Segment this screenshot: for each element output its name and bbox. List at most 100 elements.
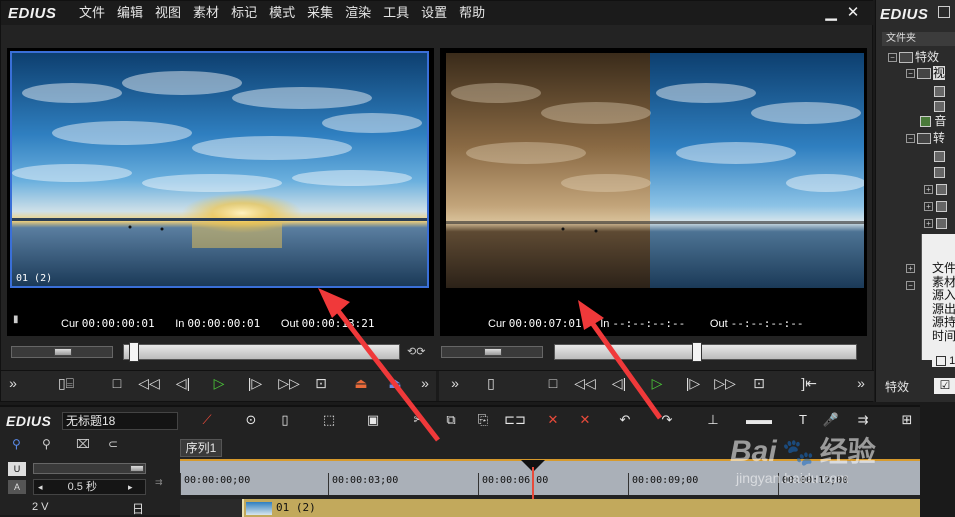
minimize-button[interactable]: ▁ <box>822 4 840 22</box>
recorder-jump-icon[interactable]: ]⇤ <box>795 371 823 395</box>
paste-icon[interactable]: ⎘ <box>472 409 494 431</box>
folder-tab[interactable]: 文件夹 <box>882 32 955 46</box>
track-tool-3-icon[interactable]: ⌧ <box>76 437 90 451</box>
tree-item-video[interactable]: − 视 <box>906 65 946 81</box>
play-icon[interactable]: ▷ <box>207 371 231 395</box>
tree-item-sub5[interactable]: + <box>924 181 948 197</box>
menu-view[interactable]: 视图 <box>149 5 187 21</box>
step-back-icon[interactable]: ◁| <box>171 371 195 395</box>
tree-item-audio[interactable]: 音 <box>920 113 946 129</box>
copy-icon[interactable]: ⧉ <box>440 409 462 431</box>
tree-item-sub8[interactable]: + <box>906 260 915 276</box>
voiceover-icon[interactable]: 🎤 <box>820 409 842 431</box>
redo-icon[interactable]: ↷ <box>656 409 678 431</box>
menu-marker[interactable]: 标记 <box>225 5 263 21</box>
overwrite-to-timeline-icon[interactable]: ⏏ <box>383 371 407 395</box>
tree-item-sub6[interactable]: + <box>924 198 948 214</box>
player-shuttle-slider[interactable] <box>11 346 113 358</box>
tree-item-sub7[interactable]: + <box>924 215 948 231</box>
collapse-icon[interactable]: − <box>888 53 897 63</box>
tree-item-sub9[interactable]: − <box>906 277 915 293</box>
recorder-play-icon[interactable]: ▷ <box>645 371 669 395</box>
zoom-prev-icon[interactable]: ◂ <box>38 482 43 492</box>
recorder-video-frame[interactable] <box>446 53 864 288</box>
insert-to-timeline-icon[interactable]: ⏏ <box>349 371 373 395</box>
recorder-shuttle-slider[interactable] <box>441 346 543 358</box>
undo-icon[interactable]: ↶ <box>614 409 636 431</box>
open-project-icon[interactable]: ⬚ <box>318 409 340 431</box>
recorder-in-out-icon[interactable]: ▯ <box>479 371 503 395</box>
zoom-next-icon[interactable]: ▸ <box>128 482 133 492</box>
tree-item-effects[interactable]: − 特效 <box>888 49 939 65</box>
collapse-icon[interactable]: − <box>906 134 915 144</box>
menu-render[interactable]: 渲染 <box>339 5 377 21</box>
ripple-delete-icon[interactable]: ✕ <box>574 409 596 431</box>
zoom-select[interactable]: ◂ 0.5 秒 ▸ <box>33 479 146 495</box>
recorder-scrub-bar[interactable] <box>554 342 857 362</box>
player-scrub-bar[interactable] <box>123 342 400 362</box>
menu-clip[interactable]: 素材 <box>187 5 225 21</box>
tree-item-transition[interactable]: − 转 <box>906 130 945 146</box>
menu-mode[interactable]: 模式 <box>263 5 301 21</box>
collapse-icon[interactable]: − <box>906 69 915 79</box>
menu-settings[interactable]: 设置 <box>415 5 453 21</box>
recorder-menu-icon[interactable]: » <box>447 371 463 395</box>
mode-icon[interactable]: ⟋ <box>196 409 218 431</box>
player-shuttle-knob[interactable] <box>54 348 72 356</box>
add-marker-icon[interactable]: ⊥ <box>702 409 724 431</box>
recorder-shuttle-knob[interactable] <box>484 348 502 356</box>
delete-icon[interactable]: ✕ <box>542 409 564 431</box>
track-a-icon[interactable]: A <box>8 480 26 494</box>
track-tool-2-icon[interactable]: ⚲ <box>42 437 51 451</box>
step-forward-icon[interactable]: |▷ <box>243 371 267 395</box>
close-button[interactable]: ✕ <box>844 4 862 22</box>
match-frame-icon[interactable]: ⟲⟳ <box>407 345 425 358</box>
zoom-slider[interactable] <box>33 463 146 474</box>
tree-item-sub1[interactable] <box>934 83 945 99</box>
expand-icon[interactable]: + <box>924 202 933 212</box>
recorder-step-forward-icon[interactable]: |▷ <box>681 371 705 395</box>
menu-capture[interactable]: 采集 <box>301 5 339 21</box>
menu-file[interactable]: 文件 <box>73 5 111 21</box>
ripple-mode-icon[interactable]: ▬▬ <box>746 409 772 431</box>
recorder-fast-forward-icon[interactable]: ▷▷ <box>711 371 739 395</box>
loop-play-icon[interactable]: ⊡ <box>309 371 333 395</box>
title-icon[interactable]: T <box>792 409 814 431</box>
ruler-options-icon[interactable]: ⇉ <box>155 477 163 488</box>
fast-forward-icon[interactable]: ▷▷ <box>275 371 303 395</box>
project-name-field[interactable]: 无标题18 <box>62 412 178 430</box>
player-scrub-head[interactable] <box>129 342 139 362</box>
panel-effects-tab[interactable]: 特效 <box>885 378 909 395</box>
track-tool-1-icon[interactable]: ⚲ <box>12 437 21 451</box>
player-menu-icon[interactable]: » <box>5 371 21 395</box>
recorder-more-icon[interactable]: » <box>853 371 869 395</box>
expand-icon[interactable]: + <box>924 219 933 229</box>
camera-icon[interactable]: ⊙ <box>240 409 262 431</box>
collapse-icon[interactable]: − <box>906 281 915 291</box>
save-icon[interactable]: ▣ <box>362 409 384 431</box>
stop-icon[interactable]: □ <box>105 371 129 395</box>
checkbox-icon[interactable]: ☑ <box>934 378 955 394</box>
replace-icon[interactable]: ⊏⊐ <box>504 409 526 431</box>
export-icon[interactable]: ⇉ <box>852 409 874 431</box>
recorder-step-back-icon[interactable]: ◁| <box>607 371 631 395</box>
menu-help[interactable]: 帮助 <box>453 5 491 21</box>
sequence-tab[interactable]: 序列1 <box>180 439 222 457</box>
new-sequence-icon[interactable]: ▯ <box>274 409 296 431</box>
menu-edit[interactable]: 编辑 <box>111 5 149 21</box>
recorder-scrub-head[interactable] <box>692 342 702 362</box>
track-lane[interactable]: 01 (2) <box>180 499 920 517</box>
panel-restore-icon[interactable] <box>938 6 950 18</box>
tree-item-sub3[interactable] <box>934 148 945 164</box>
tree-item-sub4[interactable] <box>934 164 945 180</box>
player-more-icon[interactable]: » <box>417 371 433 395</box>
zoom-slider-knob[interactable] <box>130 465 144 472</box>
set-in-out-icon[interactable]: ▯⌸ <box>51 371 81 395</box>
tree-item-sub2[interactable] <box>934 98 945 114</box>
track-tool-4-icon[interactable]: ⊂ <box>108 437 118 451</box>
track-sync-icon[interactable]: U <box>8 462 26 476</box>
recorder-rewind-icon[interactable]: ◁◁ <box>571 371 599 395</box>
rewind-icon[interactable]: ◁◁ <box>135 371 163 395</box>
video-clip[interactable]: 01 (2) <box>242 499 920 517</box>
recorder-stop-icon[interactable]: □ <box>541 371 565 395</box>
